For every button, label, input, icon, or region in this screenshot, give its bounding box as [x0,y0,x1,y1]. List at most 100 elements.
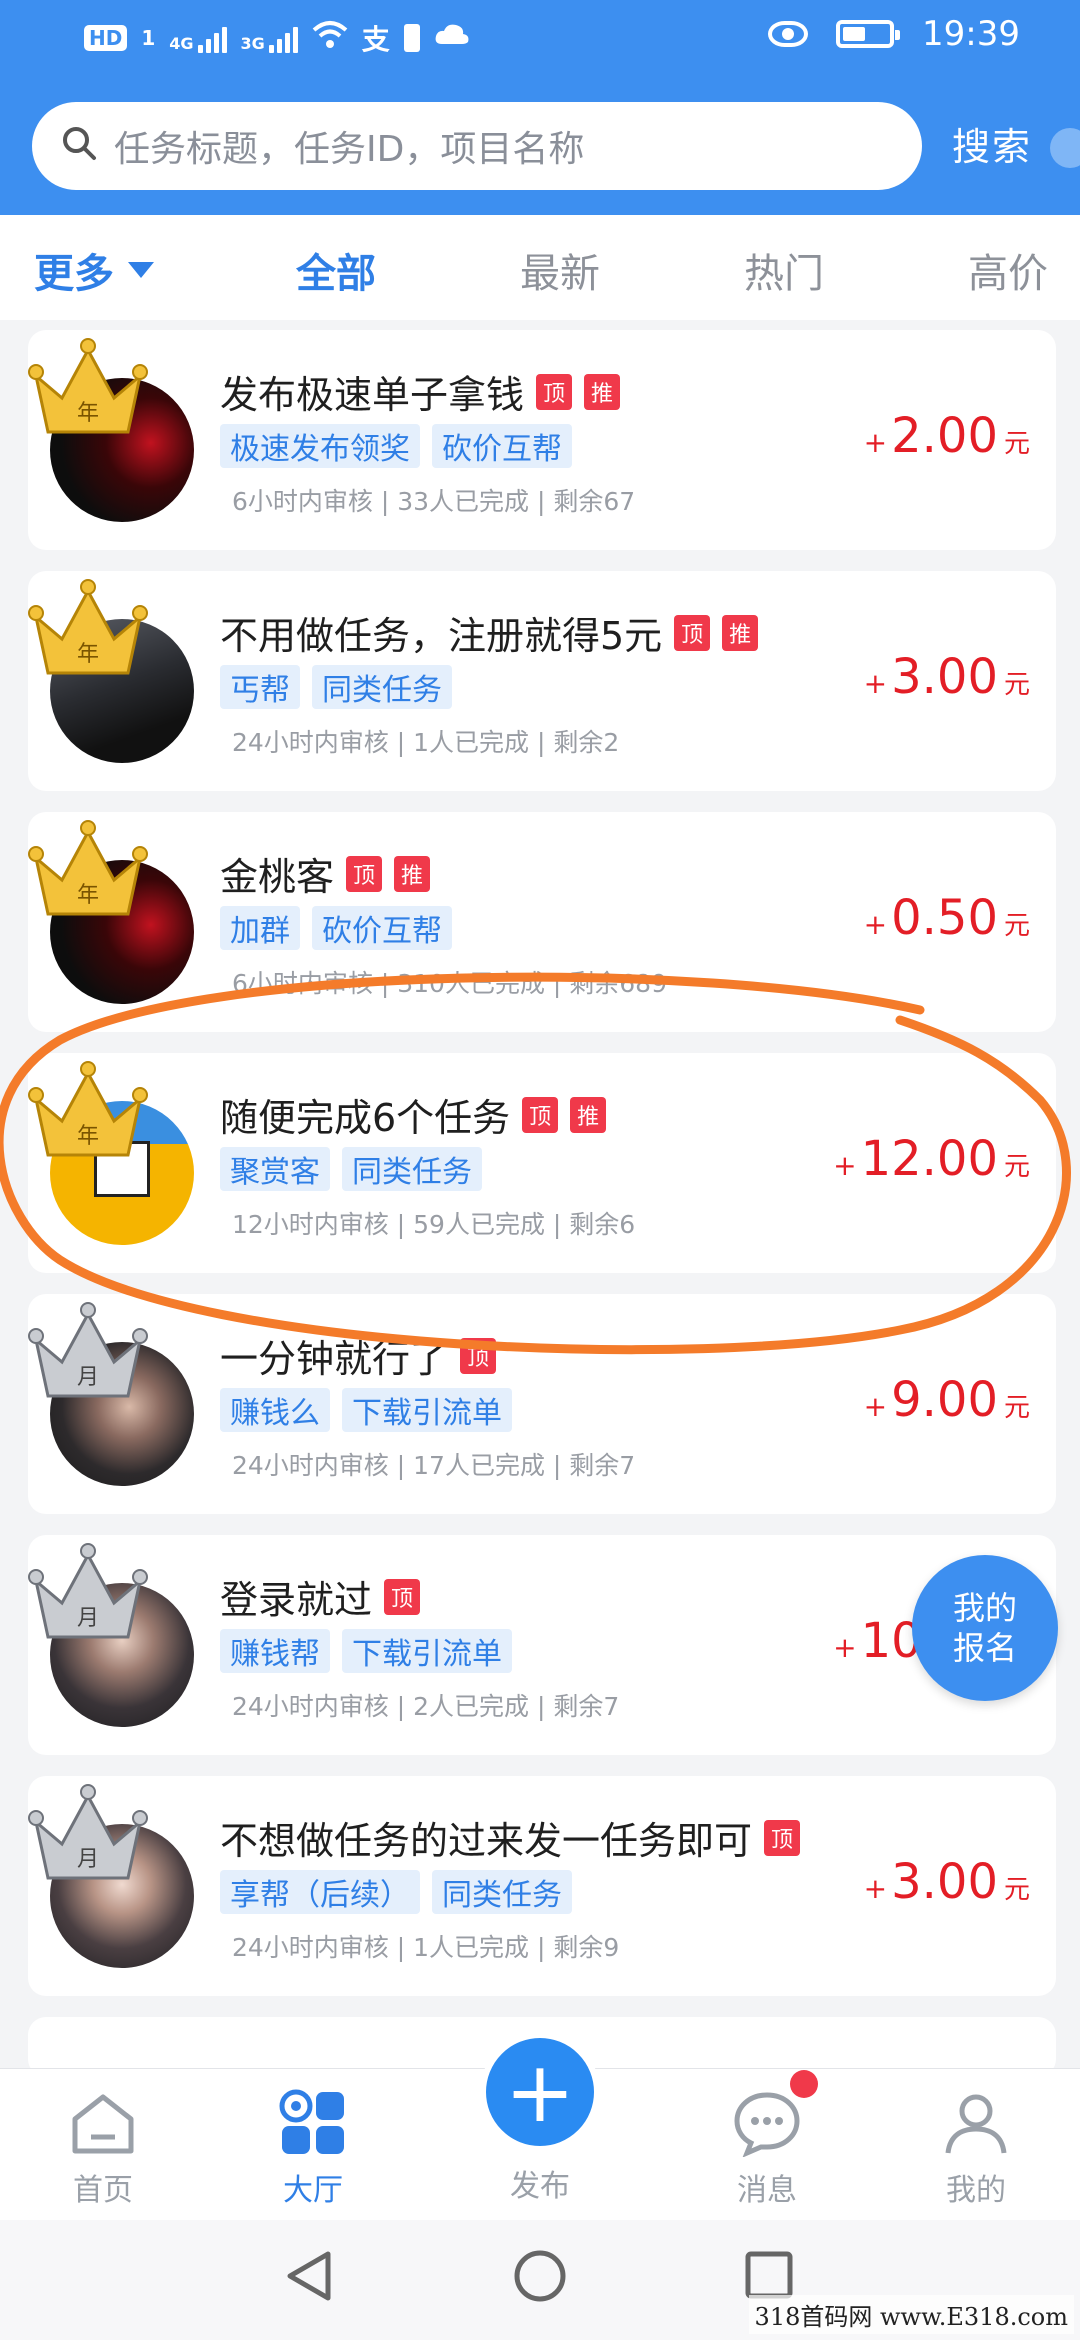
task-tag: 砍价互帮 [312,906,452,950]
status-bar: HD 1 4G 3G 支 19:39 [0,0,1080,80]
price-value: 12.00 [860,1131,998,1187]
nav-home[interactable]: 首页 [28,2089,178,2209]
task-card[interactable]: 年 发布极速单子拿钱 顶 推 极速发布领奖 砍价互帮 6小时内审核 | 33人已… [28,330,1056,550]
recommend-badge: 推 [722,614,759,651]
net-type-1: 4G [169,34,194,53]
svg-text:年: 年 [77,401,99,426]
task-tags: 丐帮 同类任务 [220,665,452,709]
task-card[interactable]: 年 不用做任务，注册就得5元 顶 推 丐帮 同类任务 24小时内审核 | 1人已… [28,571,1056,791]
grid-icon [279,2089,347,2157]
tab-more[interactable]: 更多 [34,241,154,299]
eye-comfort-icon [768,21,809,47]
nav-mine[interactable]: 我的 [901,2089,1051,2209]
review-time: 12小时内审核 [232,1210,389,1239]
task-title: 随便完成6个任务 [220,1096,511,1140]
crown-icon: 年 [28,338,148,434]
search-input[interactable]: 任务标题，任务ID，项目名称 [32,102,922,190]
task-card[interactable]: 年 随便完成6个任务 顶 推 聚赏客 同类任务 12小时内审核 | 59人已完成… [28,1053,1056,1273]
unread-dot [790,2070,818,2098]
price-value: 2.00 [891,408,998,464]
price-plus: + [863,1390,888,1423]
nav-hall[interactable]: 大厅 [238,2089,388,2209]
task-card[interactable]: 月 不想做任务的过来发一任务即可 顶 享帮（后续） 同类任务 24小时内审核 |… [28,1776,1056,1996]
top-badge: 顶 [764,1819,801,1856]
price-value: 3.00 [891,1854,998,1910]
signal-icon-2: 3G [241,23,298,53]
task-tags: 赚钱么 下载引流单 [220,1388,512,1432]
nav-hall-label: 大厅 [283,2173,343,2208]
task-title-row: 不想做任务的过来发一任务即可 顶 [220,1810,801,1865]
nav-messages-label: 消息 [737,2173,797,2208]
crown-icon: 年 [28,579,148,675]
search-button[interactable]: 搜索 [952,116,1032,171]
tab-high-price[interactable]: 高价 [968,241,1048,299]
completed-count: 1人已完成 [413,1933,530,1962]
task-title: 登录就过 [220,1578,373,1622]
task-tags: 极速发布领奖 砍价互帮 [220,424,572,468]
task-title-row: 金桃客 顶 推 [220,846,431,901]
chevron-down-icon [128,262,154,278]
back-icon[interactable] [284,2248,334,2304]
sim-indicator: 1 [141,26,156,50]
task-card[interactable]: 年 金桃客 顶 推 加群 砍价互帮 6小时内审核 | 310人已完成 | 剩余6… [28,812,1056,1032]
clock: 19:39 [922,14,1020,54]
task-meta: 24小时内审核 | 17人已完成 | 剩余7 [232,1451,636,1480]
home-icon [69,2089,137,2157]
remaining-count: 剩余67 [553,487,636,516]
signal-icon: 4G [169,23,227,53]
remaining-count: 剩余7 [553,1692,620,1721]
task-title-row: 发布极速单子拿钱 顶 推 [220,364,621,419]
header: HD 1 4G 3G 支 19:39 任务标题，任务ID，项目名称 搜索 [0,0,1080,215]
price-unit: 元 [1003,670,1030,700]
my-signups-button[interactable]: 我的 报名 [912,1555,1058,1701]
top-badge: 顶 [536,373,573,410]
tab-more-label: 更多 [34,251,114,297]
task-meta: 24小时内审核 | 1人已完成 | 剩余2 [232,728,620,757]
filter-tabs: 更多 全部 最新 热门 高价 [0,215,1080,320]
recents-icon[interactable] [744,2250,794,2300]
task-price: +3.00 元 [864,649,1030,705]
svg-text:年: 年 [77,642,99,667]
user-icon [942,2089,1010,2157]
task-card[interactable]: 月 登录就过 顶 赚钱帮 下载引流单 24小时内审核 | 2人已完成 | 剩余7… [28,1535,1056,1755]
review-time: 24小时内审核 [232,1451,389,1480]
price-value: 9.00 [891,1372,998,1428]
crown-icon: 月 [28,1302,148,1398]
task-price: +12.00 元 [833,1131,1030,1187]
chat-icon [733,2089,801,2158]
task-tag: 同类任务 [432,1870,572,1914]
task-tags: 享帮（后续） 同类任务 [220,1870,572,1914]
crown-icon: 月 [28,1543,148,1639]
svg-text:年: 年 [77,1124,99,1149]
completed-count: 33人已完成 [397,487,530,516]
nav-messages[interactable]: 消息 [692,2089,842,2209]
task-card[interactable]: 月 一分钟就行了 顶 赚钱么 下载引流单 24小时内审核 | 17人已完成 | … [28,1294,1056,1514]
top-badge: 顶 [674,614,711,651]
wifi-icon [312,20,348,57]
tab-hot[interactable]: 热门 [744,241,824,299]
status-left: HD 1 4G 3G 支 [84,18,470,58]
edge-handle [1050,128,1080,168]
remaining-count: 剩余689 [569,969,667,998]
review-time: 6小时内审核 [232,487,373,516]
nav-publish[interactable]: 发布 [465,2161,615,2205]
svg-text:年: 年 [77,883,99,908]
price-plus: + [863,426,888,459]
task-title-row: 登录就过 顶 [220,1569,421,1624]
task-price: +2.00 元 [864,408,1030,464]
task-tag: 赚钱么 [220,1388,330,1432]
task-price: +3.00 元 [864,1854,1030,1910]
alipay-icon: 支 [361,23,390,56]
crown-icon: 月 [28,1784,148,1880]
tab-latest[interactable]: 最新 [520,241,600,299]
publish-button[interactable]: + [480,2032,600,2152]
cloud-icon [434,22,470,55]
task-price: +0.50 元 [864,890,1030,946]
remaining-count: 剩余2 [553,728,620,757]
home-circle-icon[interactable] [512,2248,568,2304]
price-unit: 元 [1003,1875,1030,1905]
tab-all[interactable]: 全部 [296,241,376,299]
review-time: 6小时内审核 [232,969,373,998]
price-unit: 元 [1003,429,1030,459]
crown-icon: 年 [28,820,148,916]
